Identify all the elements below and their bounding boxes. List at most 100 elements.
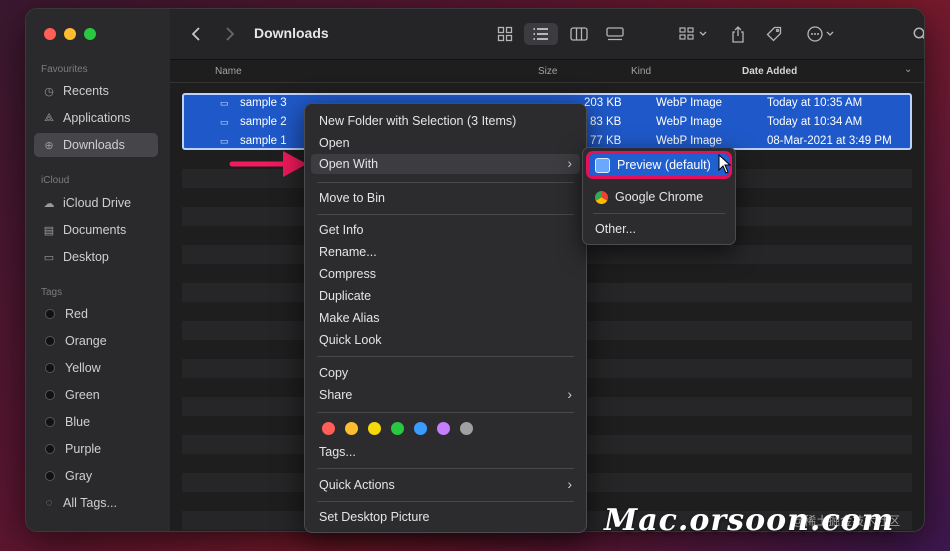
sidebar-item-label: Downloads [63, 138, 125, 152]
sidebar-section-icloud: iCloud [41, 175, 70, 186]
menu-item-compress[interactable]: Compress [311, 264, 580, 284]
file-size: 203 KB [584, 97, 622, 109]
gallery-icon [606, 27, 624, 41]
column-size[interactable]: Size [538, 66, 557, 77]
forward-button[interactable] [220, 23, 240, 45]
menu-item-copy[interactable]: Copy [311, 363, 580, 383]
share-button[interactable] [726, 23, 750, 45]
tag-color-blue[interactable] [414, 422, 427, 435]
list-view-button[interactable] [524, 23, 558, 45]
share-icon [732, 25, 744, 43]
menu-item-open-with[interactable]: Open With › [311, 154, 580, 174]
menu-item-quick-actions[interactable]: Quick Actions › [311, 475, 580, 495]
minimize-window-button[interactable] [64, 28, 76, 40]
menu-item-get-info[interactable]: Get Info [311, 220, 580, 240]
column-date-added[interactable]: Date Added [742, 66, 797, 77]
file-date: Today at 10:35 AM [767, 97, 863, 109]
file-date: Today at 10:34 AM [767, 116, 863, 128]
tag-color-green[interactable] [391, 422, 404, 435]
menu-item-tags[interactable]: Tags... [311, 442, 580, 462]
tag-dot-icon [45, 471, 55, 481]
gallery-view-button[interactable] [602, 23, 628, 45]
column-header: Name Size Kind Date Added ⌄ [170, 60, 924, 83]
search-button[interactable] [908, 23, 924, 45]
sidebar-tag-blue[interactable]: Blue [34, 410, 158, 434]
more-actions-button[interactable] [802, 23, 842, 45]
toolbar: Downloads [170, 9, 924, 60]
all-tags-icon: ◌ [45, 497, 53, 509]
menu-item-move-to-bin[interactable]: Move to Bin [311, 188, 580, 208]
menu-item-quick-look[interactable]: Quick Look [311, 330, 580, 350]
submenu-item-google-chrome[interactable]: Google Chrome [589, 186, 729, 208]
sidebar-item-downloads[interactable]: ⊕ Downloads [34, 133, 158, 157]
menu-item-make-alias[interactable]: Make Alias [311, 308, 580, 328]
file-kind: WebP Image [656, 135, 723, 147]
column-view-button[interactable] [566, 23, 592, 45]
submenu-item-label: Preview (default) [617, 158, 711, 172]
group-icon [679, 27, 707, 40]
zoom-window-button[interactable] [84, 28, 96, 40]
sidebar-tag-green[interactable]: Green [34, 383, 158, 407]
icon-view-button[interactable] [492, 23, 518, 45]
tag-color-yellow[interactable] [368, 422, 381, 435]
window-title: Downloads [254, 25, 329, 41]
chevron-down-icon[interactable]: ⌄ [904, 64, 912, 75]
list-icon [533, 28, 548, 40]
sidebar-item-label: All Tags... [63, 496, 117, 510]
image-file-icon: ▭ [220, 98, 229, 108]
sidebar-item-icloud-drive[interactable]: ☁ iCloud Drive [34, 191, 158, 215]
open-with-submenu: Preview (default) Google Chrome Other... [582, 147, 736, 245]
menu-item-new-folder-with-selection[interactable]: New Folder with Selection (3 Items) [311, 111, 580, 131]
menu-item-open[interactable]: Open [311, 133, 580, 153]
sidebar-item-label: Applications [63, 111, 131, 125]
tag-color-gray[interactable] [460, 422, 473, 435]
sidebar-item-recents[interactable]: ◷ Recents [34, 79, 158, 103]
preview-app-icon [595, 157, 610, 173]
sidebar-tag-yellow[interactable]: Yellow [34, 356, 158, 380]
submenu-item-preview[interactable]: Preview (default) [586, 151, 732, 179]
back-button[interactable] [186, 23, 206, 45]
sidebar-item-label: Documents [63, 223, 127, 237]
menu-item-share[interactable]: Share › [311, 385, 580, 405]
grid-icon [497, 26, 513, 42]
tag-color-red[interactable] [322, 422, 335, 435]
cloud-icon: ☁ [43, 197, 55, 210]
sidebar-item-label: Red [65, 307, 88, 321]
menu-item-duplicate[interactable]: Duplicate [311, 286, 580, 306]
chevron-right-icon: › [567, 476, 572, 492]
sidebar-tag-gray[interactable]: Gray [34, 464, 158, 488]
ellipsis-circle-icon [807, 26, 834, 42]
chrome-app-icon [595, 190, 608, 204]
sidebar-tag-purple[interactable]: Purple [34, 437, 158, 461]
sidebar-item-applications[interactable]: ⟁ Applications [34, 106, 158, 130]
sidebar-item-label: Recents [63, 84, 109, 98]
clock-icon: ◷ [44, 85, 54, 98]
tag-button[interactable] [762, 23, 786, 45]
context-menu: New Folder with Selection (3 Items) Open… [304, 103, 587, 533]
sidebar-all-tags[interactable]: ◌ All Tags... [34, 491, 158, 515]
close-window-button[interactable] [44, 28, 56, 40]
submenu-item-other[interactable]: Other... [589, 218, 729, 240]
sidebar-item-label: Yellow [65, 361, 101, 375]
menu-item-rename[interactable]: Rename... [311, 242, 580, 262]
tag-color-orange[interactable] [345, 422, 358, 435]
column-name[interactable]: Name [215, 66, 242, 77]
sidebar-item-desktop[interactable]: ▭ Desktop [34, 245, 158, 269]
column-kind[interactable]: Kind [631, 66, 651, 77]
sidebar-section-favourites: Favourites [41, 64, 88, 75]
sidebar-tag-orange[interactable]: Orange [34, 329, 158, 353]
tag-dot-icon [45, 390, 55, 400]
sidebar-tag-red[interactable]: Red [34, 302, 158, 326]
sidebar-item-label: Orange [65, 334, 107, 348]
sidebar-item-label: Gray [65, 469, 93, 483]
menu-item-set-desktop-picture[interactable]: Set Desktop Picture [311, 507, 580, 527]
group-by-button[interactable] [674, 23, 714, 45]
sidebar-item-documents[interactable]: ▤ Documents [34, 218, 158, 242]
tag-color-purple[interactable] [437, 422, 450, 435]
applications-icon: ⟁ [44, 111, 54, 124]
chevron-right-icon: › [567, 155, 572, 171]
submenu-item-label: Other... [595, 222, 636, 236]
chevron-left-icon [191, 27, 200, 41]
file-size: 83 KB [590, 116, 622, 128]
sidebar-item-label: Desktop [63, 250, 109, 264]
